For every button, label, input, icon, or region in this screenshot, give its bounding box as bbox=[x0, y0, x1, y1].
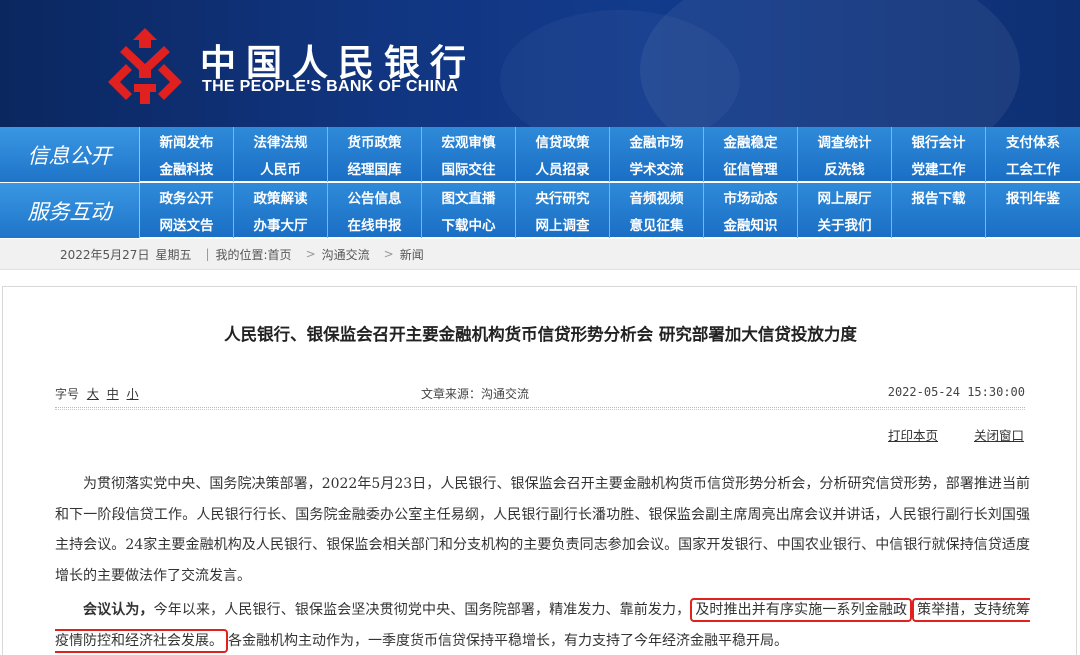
nav-item[interactable]: 党建工作 bbox=[892, 154, 986, 182]
font-size-small-link[interactable]: 小 bbox=[127, 387, 139, 401]
breadcrumb-level2-link[interactable]: 新闻 bbox=[400, 246, 424, 263]
nav-section-label: 信息公开 bbox=[0, 127, 140, 182]
nav-item bbox=[986, 210, 1080, 238]
nav-item[interactable]: 国际交往 bbox=[422, 154, 516, 182]
font-size-switcher: 字号 大 中 小 bbox=[55, 385, 139, 402]
nav-item[interactable]: 音频视频 bbox=[610, 183, 704, 210]
nav-grid: 新闻发布 法律法规 货币政策 宏观审慎 信贷政策 金融市场 金融稳定 调查统计 银行会计 支付体系… bbox=[140, 127, 1080, 182]
header-banner: 中国人民银行 THE PEOPLE'S BANK OF CHINA bbox=[0, 0, 1080, 127]
paragraph-lead: 会议认为， bbox=[83, 602, 154, 618]
nav-grid: 政务公开 政策解读 公告信息 图文直播 央行研究 音频视频 市场动态 网上展厅 报告下载 报刊年鉴… bbox=[140, 183, 1080, 238]
font-size-large-link[interactable]: 大 bbox=[87, 387, 99, 401]
article-paragraph: 为贯彻落实党中央、国务院决策部署，2022年5月23日，人民银行、银保监会召开主… bbox=[55, 476, 1030, 584]
nav-item[interactable]: 图文直播 bbox=[422, 183, 516, 210]
divider bbox=[55, 409, 1025, 410]
nav-item[interactable]: 工会工作 bbox=[986, 154, 1080, 182]
nav-item[interactable]: 宏观审慎 bbox=[422, 127, 516, 154]
nav-item[interactable]: 公告信息 bbox=[328, 183, 422, 210]
nav-item[interactable]: 报告下载 bbox=[892, 183, 986, 210]
nav-item[interactable]: 支付体系 bbox=[986, 127, 1080, 154]
nav-item[interactable]: 人民币 bbox=[234, 154, 328, 182]
nav-section-label: 服务互动 bbox=[0, 183, 140, 238]
nav-item[interactable]: 央行研究 bbox=[516, 183, 610, 210]
breadcrumb: 2022年5月27日 星期五 | 我的位置:首页 > 沟通交流 > 新闻 bbox=[0, 239, 1080, 270]
print-page-link[interactable]: 打印本页 bbox=[888, 428, 938, 443]
nav-item[interactable]: 银行会计 bbox=[892, 127, 986, 154]
article-meta: 字号 大 中 小 文章来源：沟通交流 2022-05-24 15:30:00 bbox=[55, 385, 1025, 408]
nav-item[interactable]: 关于我们 bbox=[798, 210, 892, 238]
nav-item[interactable]: 反洗钱 bbox=[798, 154, 892, 182]
nav-item[interactable]: 学术交流 bbox=[610, 154, 704, 182]
nav-item[interactable]: 政策解读 bbox=[234, 183, 328, 210]
nav-item[interactable]: 在线申报 bbox=[328, 210, 422, 238]
nav-item[interactable]: 办事大厅 bbox=[234, 210, 328, 238]
divider: | bbox=[205, 247, 210, 261]
article-container: 人民银行、银保监会召开主要金融机构货币信贷形势分析会 研究部署加大信贷投放力度 … bbox=[2, 286, 1077, 655]
nav-item[interactable]: 报刊年鉴 bbox=[986, 183, 1080, 210]
font-size-label: 字号 bbox=[55, 387, 80, 401]
article-title: 人民银行、银保监会召开主要金融机构货币信贷形势分析会 研究部署加大信贷投放力度 bbox=[224, 325, 857, 344]
nav-item[interactable]: 人员招录 bbox=[516, 154, 610, 182]
nav-item[interactable]: 下载中心 bbox=[422, 210, 516, 238]
highlighted-text: 及时推出并有序实施一系列金融政 bbox=[690, 598, 913, 622]
article-paragraph: 会议认为，今年以来，人民银行、银保监会坚决贯彻党中央、国务院部署，精准发力、靠前… bbox=[55, 595, 1031, 655]
current-weekday: 星期五 bbox=[155, 247, 192, 262]
nav-item[interactable]: 网上调查 bbox=[516, 210, 610, 238]
nav-item[interactable]: 网上展厅 bbox=[798, 183, 892, 210]
chevron-right-icon: > bbox=[305, 247, 316, 261]
nav-item[interactable]: 网送文告 bbox=[140, 210, 234, 238]
paragraph-text: 今年以来，人民银行、银保监会坚决贯彻党中央、国务院部署，精准发力、靠前发力， bbox=[153, 602, 691, 618]
nav-item[interactable]: 金融科技 bbox=[140, 154, 234, 182]
paragraph-text: 各金融机构主动作为，一季度货币信贷保持平稳增长，有力支持了今年经济金融平稳开局。 bbox=[228, 632, 788, 649]
chevron-right-icon: > bbox=[383, 247, 394, 261]
close-window-link[interactable]: 关闭窗口 bbox=[974, 428, 1024, 443]
breadcrumb-home-link[interactable]: 我的位置:首页 bbox=[216, 246, 292, 263]
nav-item[interactable]: 信贷政策 bbox=[516, 127, 610, 154]
nav-row-info-disclosure: 信息公开 新闻发布 法律法规 货币政策 宏观审慎 信贷政策 金融市场 金融稳定 调查统计 银行会… bbox=[0, 127, 1080, 182]
nav-item[interactable]: 金融市场 bbox=[610, 127, 704, 154]
breadcrumb-level1-link[interactable]: 沟通交流 bbox=[322, 246, 370, 263]
nav-item[interactable]: 调查统计 bbox=[798, 127, 892, 154]
nav-item[interactable]: 新闻发布 bbox=[140, 127, 234, 154]
article-actions: 打印本页 关闭窗口 bbox=[856, 425, 1024, 444]
nav-item[interactable]: 金融稳定 bbox=[704, 127, 798, 154]
nav-item[interactable]: 政务公开 bbox=[140, 183, 234, 210]
nav-item[interactable]: 经理国库 bbox=[328, 154, 422, 182]
nav-item[interactable]: 货币政策 bbox=[328, 127, 422, 154]
bank-name-english: THE PEOPLE'S BANK OF CHINA bbox=[202, 78, 459, 95]
current-date: 2022年5月27日 bbox=[60, 247, 150, 262]
nav-item[interactable]: 意见征集 bbox=[610, 210, 704, 238]
nav-item bbox=[892, 210, 986, 238]
article-source: 文章来源：沟通交流 bbox=[421, 387, 530, 401]
nav-row-service-interaction: 服务互动 政务公开 政策解读 公告信息 图文直播 央行研究 音频视频 市场动态 网上展厅 报告下… bbox=[0, 183, 1080, 238]
pboc-emblem-icon[interactable] bbox=[104, 26, 186, 106]
font-size-medium-link[interactable]: 中 bbox=[107, 387, 119, 401]
article-datetime: 2022-05-24 15:30:00 bbox=[887, 385, 1025, 399]
nav-item[interactable]: 市场动态 bbox=[704, 183, 798, 210]
nav-item[interactable]: 金融知识 bbox=[704, 210, 798, 238]
nav-item[interactable]: 征信管理 bbox=[704, 154, 798, 182]
nav-item[interactable]: 法律法规 bbox=[234, 127, 328, 154]
